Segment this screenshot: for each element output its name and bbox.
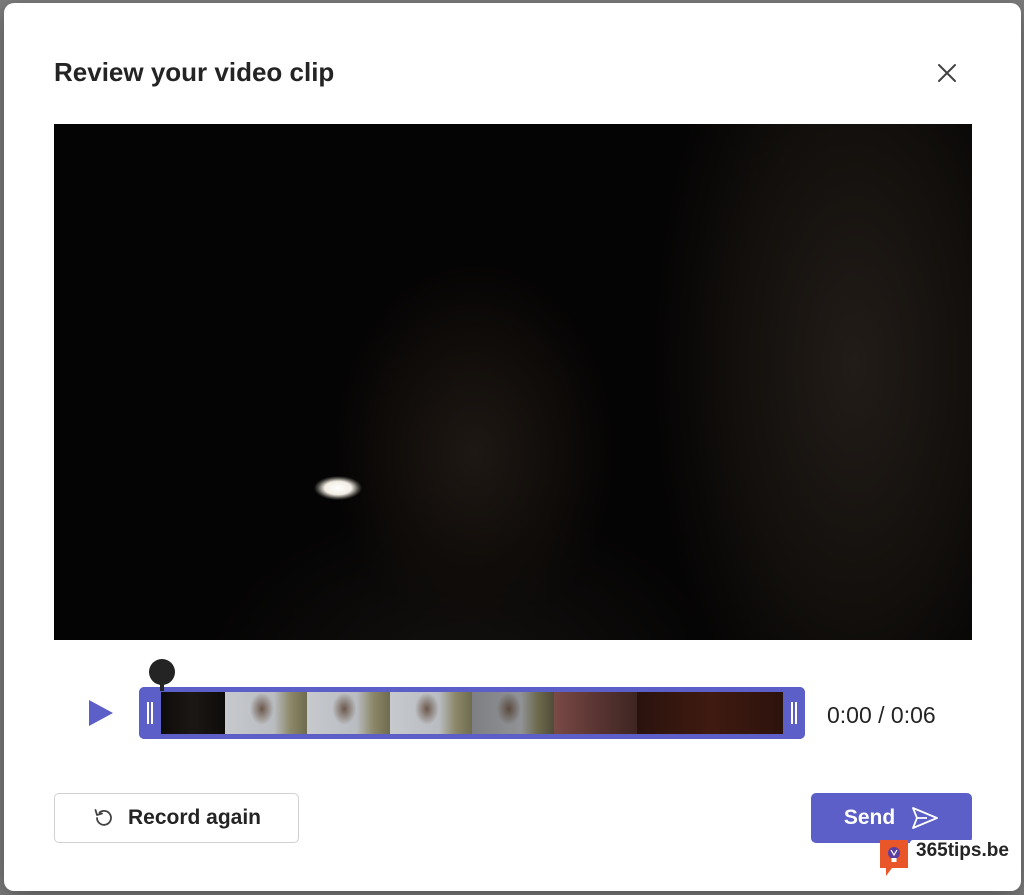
dialog-title: Review your video clip (54, 57, 335, 87)
play-icon (89, 700, 113, 726)
video-preview[interactable] (54, 124, 972, 640)
send-label: Send (843, 806, 896, 829)
close-button[interactable] (931, 57, 963, 89)
watermark-name: 365tips.be (916, 840, 1009, 861)
video-thumbnail (472, 692, 555, 734)
record-again-button[interactable]: Record again (54, 793, 299, 843)
video-thumbnail (636, 692, 785, 734)
rotate-ccw-icon (94, 809, 112, 826)
review-video-dialog: Review your video clip (4, 3, 1021, 891)
send-icon (912, 807, 939, 829)
play-button[interactable] (84, 697, 116, 729)
playhead-stem (160, 681, 164, 691)
close-icon (938, 64, 956, 82)
video-thumbnail (307, 692, 390, 734)
video-thumbnail (554, 692, 637, 734)
trim-timeline[interactable] (139, 687, 805, 739)
thumbnail-strip (159, 692, 785, 734)
lightbulb-chat-icon (880, 840, 908, 876)
trim-end-handle[interactable] (783, 687, 805, 739)
time-display: 0:00 / 0:06 (827, 702, 936, 728)
playhead[interactable] (149, 659, 175, 691)
watermark: 365tips.be (878, 834, 1018, 884)
video-thumbnail (389, 692, 473, 734)
video-thumbnail (224, 692, 308, 734)
grip-icon (147, 702, 153, 724)
trim-start-handle[interactable] (139, 687, 161, 739)
record-again-label: Record again (127, 806, 262, 829)
watermark-text: 365tips.be (910, 840, 1012, 870)
grip-icon (791, 702, 797, 724)
video-thumbnail (159, 692, 225, 734)
